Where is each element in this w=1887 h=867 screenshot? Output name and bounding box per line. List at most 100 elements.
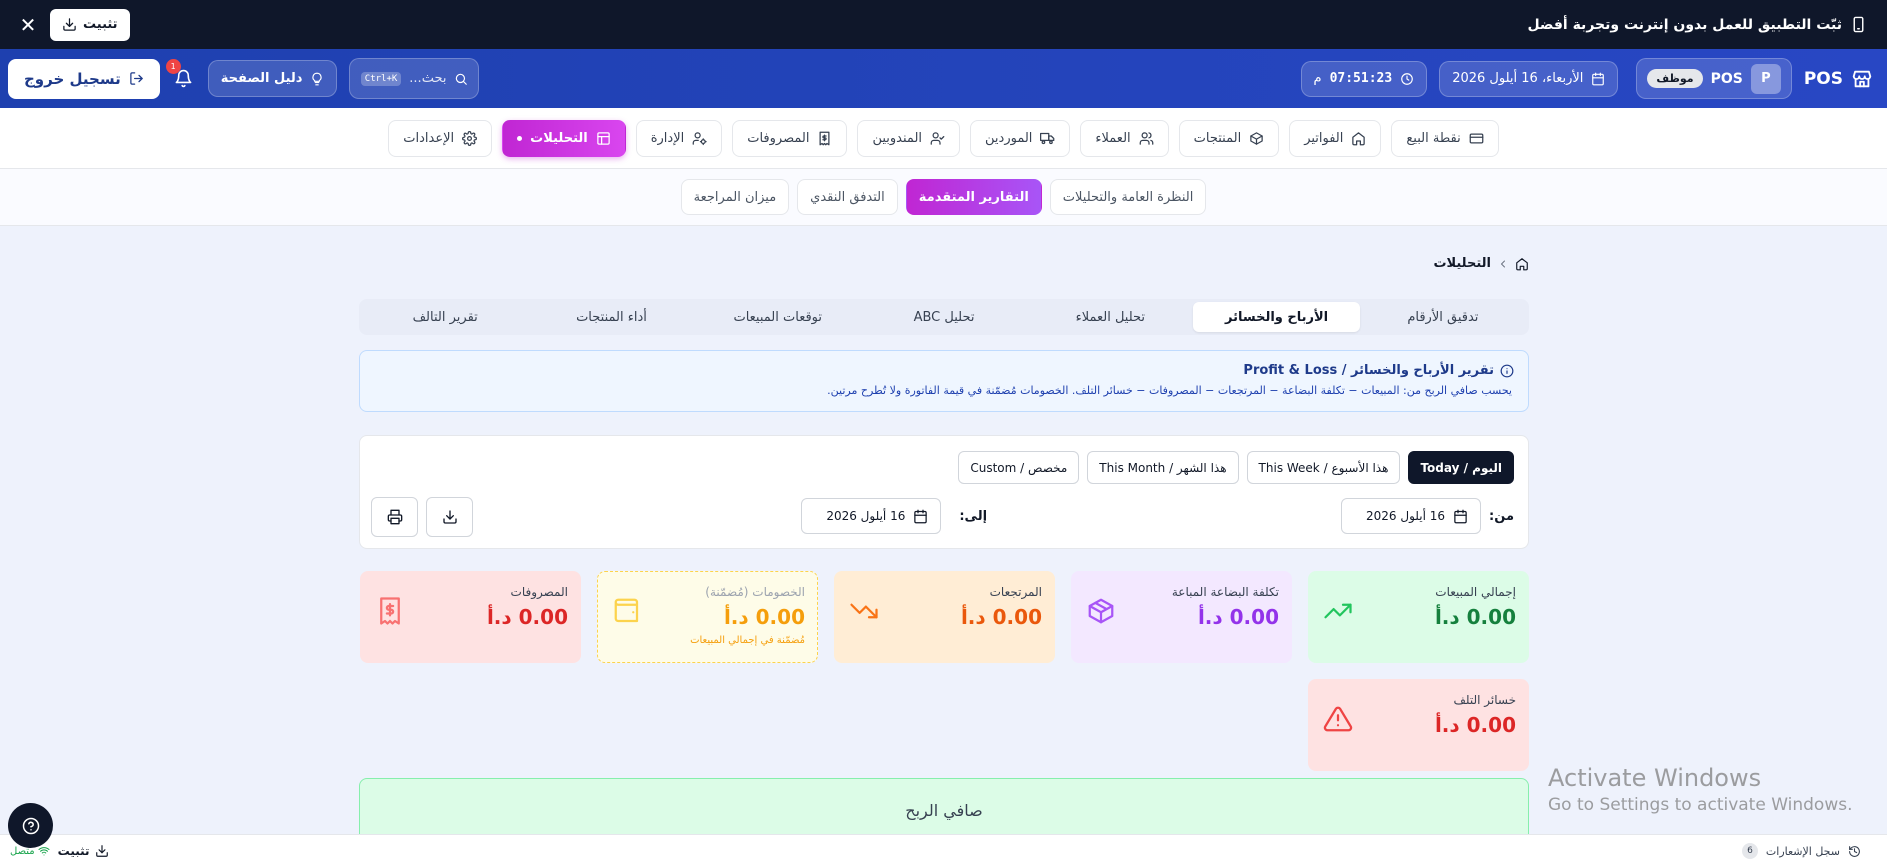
subnav-cash-flow[interactable]: التدفق النقدي [797,179,898,215]
tab-customer-analysis[interactable]: تحليل العملاء [1027,302,1193,332]
current-date: الأربعاء، 16 أيلول 2026 [1452,71,1584,86]
tab-product-performance[interactable]: أداء المنتجات [528,302,694,332]
search-input[interactable]: بحث... Ctrl+K [349,58,480,99]
brand[interactable]: POS [1804,68,1873,90]
calendar-icon [1591,72,1605,86]
logout-icon [129,71,144,86]
receipt-icon [375,596,405,626]
search-icon [454,72,468,86]
notification-count-badge: 1 [165,58,181,74]
trending-up-icon [1323,596,1353,626]
subnav-overview[interactable]: النظرة العامة والتحليلات [1049,179,1207,215]
user-name: POS [1710,70,1743,87]
nav-item-label: الفواتير [1304,130,1344,146]
notifications-button[interactable]: 1 [165,58,196,91]
trending-down-icon [849,596,879,626]
banner-text: ثبّت التطبيق للعمل بدون إنترنت وتجربة أف… [1527,16,1842,33]
avatar: P [1750,63,1781,94]
search-shortcut: Ctrl+K [360,71,402,86]
logout-button[interactable]: تسجيل خروج [8,58,160,99]
tab-abc-analysis[interactable]: تحليل ABC [861,302,1027,332]
page-guide-button[interactable]: دليل الصفحة [207,60,338,97]
preset-week-button[interactable]: هذا الأسبوع / This Week [1246,451,1401,484]
print-button[interactable] [371,497,418,537]
nav-item-label: المنتجات [1193,130,1242,146]
breadcrumb-current: التحليلات [1433,256,1491,271]
nav-item-reps[interactable]: المندوبين [857,119,961,157]
info-box: تقرير الأرباح والخسائر / Profit & Loss ي… [359,350,1529,412]
tab-sales-forecast[interactable]: توقعات المبيعات [695,302,861,332]
from-date-input[interactable]: 16 أيلول 2026 [1341,498,1482,534]
tab-profit-loss[interactable]: الأرباح والخسائر [1193,302,1360,332]
subnav-trial-balance[interactable]: ميزان المراجعة [680,179,790,215]
nav-item-label: الموردين [985,130,1033,146]
lightbulb-icon [310,72,324,86]
nav-item-label: الإعدادات [403,130,455,146]
calendar-icon [1453,509,1468,524]
user-menu[interactable]: P POS موظف [1636,58,1792,99]
gear-icon [462,131,477,146]
home-icon[interactable] [1515,257,1529,271]
box-icon [1249,131,1264,146]
net-profit-title: صافي الربح [905,801,983,820]
breadcrumb: التحليلات [1433,256,1529,271]
help-button[interactable] [8,803,53,848]
nav-item-products[interactable]: المنتجات [1178,119,1280,157]
receipt-icon [817,131,832,146]
role-badge: موظف [1647,69,1703,88]
nav-item-customers[interactable]: العملاء [1080,119,1169,157]
help-circle-icon [22,817,40,835]
download-icon [95,844,109,858]
preset-month-button[interactable]: هذا الشهر / This Month [1087,451,1239,484]
notification-log-button[interactable]: سجل الإشعارات 6 [1741,843,1861,859]
current-time: 07:51:23 [1329,71,1393,86]
card-note: مُضمّنة في إجمالي المبيعات [690,635,805,646]
from-label: من: [1489,508,1514,524]
statusbar-install-button[interactable]: تثبيت [58,844,109,858]
banner-install-button[interactable]: تثبيت [50,8,130,41]
status-bar: سجل الإشعارات 6 تثبيت متصل [0,834,1887,867]
notification-log-label: سجل الإشعارات [1765,844,1840,858]
statusbar-install-label: تثبيت [57,844,90,858]
watermark-subtitle: Go to Settings to activate Windows. [1548,795,1853,815]
subnav-advanced-reports[interactable]: التقارير المتقدمة [905,179,1042,215]
report-tabs: تدقيق الأرقام الأرباح والخسائر تحليل الع… [359,299,1529,335]
date-filter-panel: اليوم / Today هذا الأسبوع / This Week هذ… [359,435,1529,549]
to-date-input[interactable]: 16 أيلول 2026 [801,498,942,534]
card-damage-losses: خسائر التلف 0.00 د.أ [1308,679,1529,771]
nav-item-label: العملاء [1095,130,1131,146]
from-date-value: 16 أيلول 2026 [1366,509,1446,523]
tab-damage-report[interactable]: تقرير التالف [362,302,528,332]
nav-item-pos[interactable]: نقطة البيع [1391,119,1499,157]
nav-item-label: الإدارة [650,130,685,146]
nav-item-label: نقطة البيع [1406,130,1461,146]
tab-audit[interactable]: تدقيق الأرقام [1360,302,1526,332]
user-check-icon [930,131,945,146]
card-expenses: المصروفات 0.00 د.أ [360,571,581,663]
card-cogs: تكلفة البضاعة المباعة 0.00 د.أ [1071,571,1292,663]
nav-item-settings[interactable]: الإعدادات [388,119,493,157]
search-placeholder: بحث... [409,71,447,86]
banner-close-button[interactable]: ✕ [16,13,40,37]
alert-triangle-icon [1323,704,1353,734]
nav-item-admin[interactable]: الإدارة [635,119,723,157]
card-discounts: الخصومات (مُضمّنة) 0.00 د.أ مُضمّنة في إ… [597,571,818,663]
nav-item-invoices[interactable]: الفواتير [1289,119,1382,157]
app-header: POS P POS موظف الأربعاء، 16 أيلول 2026 0… [0,49,1887,108]
time-suffix: م [1313,71,1322,86]
nav-item-suppliers[interactable]: الموردين [970,119,1071,157]
to-date-value: 16 أيلول 2026 [826,509,906,523]
preset-custom-button[interactable]: مخصص / Custom [958,451,1080,484]
card-total-sales: إجمالي المبيعات 0.00 د.أ [1308,571,1529,663]
download-icon [62,17,77,32]
preset-today-button[interactable]: اليوم / Today [1408,451,1514,484]
layout-icon [596,131,611,146]
info-icon [1500,364,1514,378]
nav-item-analytics[interactable]: التحليلات [502,119,626,157]
nav-item-expenses[interactable]: المصروفات [732,119,848,157]
sub-nav: النظرة العامة والتحليلات التقارير المتقد… [0,169,1887,226]
user-cog-icon [692,131,707,146]
date-display: الأربعاء، 16 أيلول 2026 [1439,60,1619,97]
active-dot [517,135,523,141]
export-button[interactable] [426,497,473,537]
